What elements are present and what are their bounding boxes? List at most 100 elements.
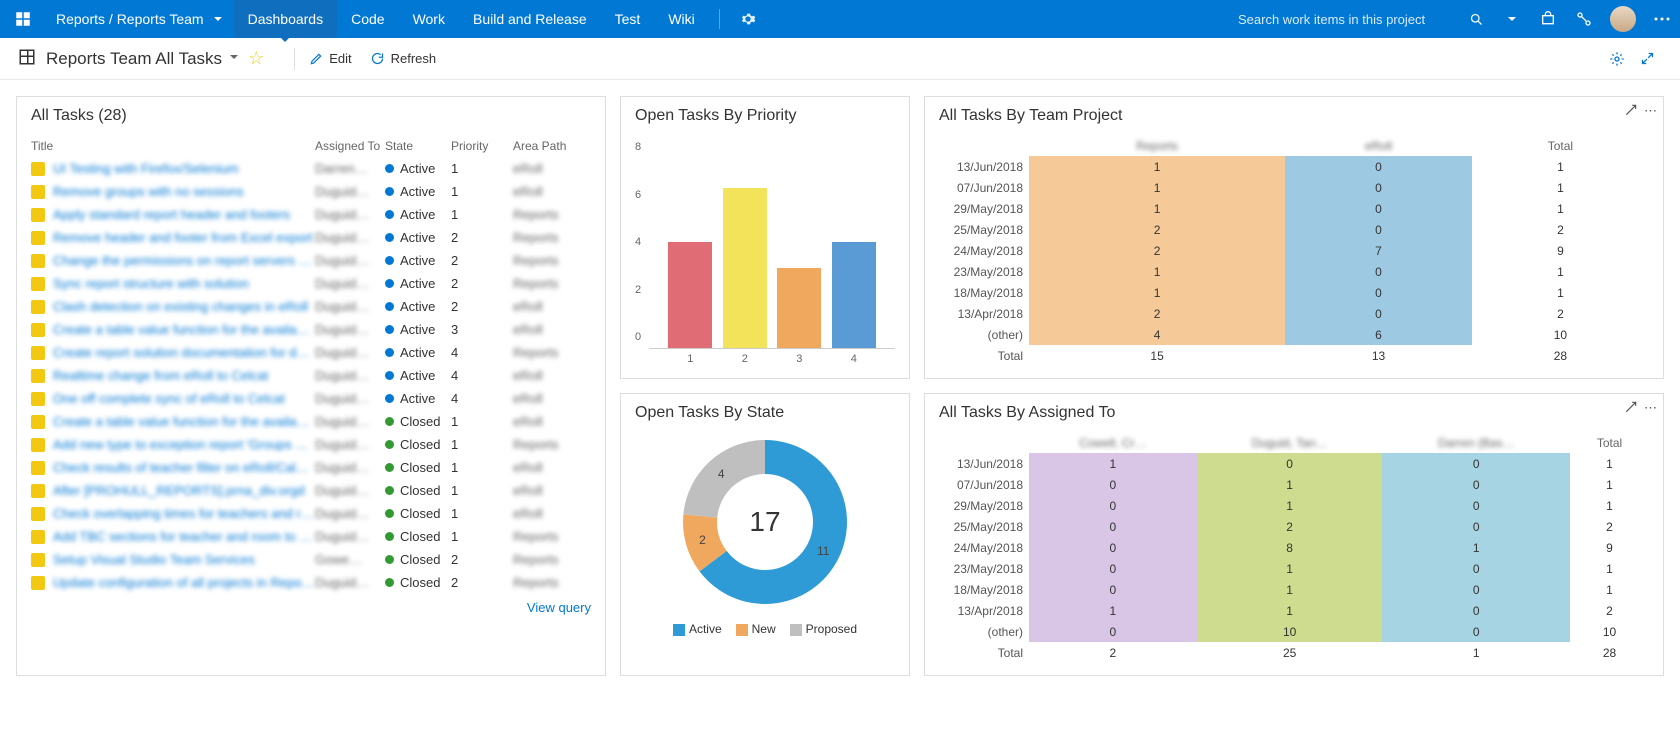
search-input[interactable] xyxy=(1238,12,1458,27)
product-logo[interactable] xyxy=(0,0,46,38)
task-area: eRoll xyxy=(513,414,591,429)
task-row[interactable]: Create a table value function for the av… xyxy=(31,410,591,433)
task-type-icon xyxy=(31,323,45,337)
task-row[interactable]: Apply standard report header and footers… xyxy=(31,203,591,226)
bar[interactable] xyxy=(668,242,712,349)
refresh-button[interactable]: Refresh xyxy=(370,51,437,66)
market-icon[interactable] xyxy=(1530,0,1566,38)
task-row[interactable]: One off complete sync of eRoll to Celcat… xyxy=(31,387,591,410)
edit-button[interactable]: Edit xyxy=(309,51,351,66)
task-title[interactable]: Check overlapping times for teachers and… xyxy=(47,506,315,521)
task-row[interactable]: Realtime change from eRoll to Celcat Dug… xyxy=(31,364,591,387)
task-row[interactable]: Clash detection on existing changes in e… xyxy=(31,295,591,318)
favorite-star-icon[interactable]: ☆ xyxy=(248,48,264,69)
task-row[interactable]: Create a table value function for the av… xyxy=(31,318,591,341)
task-row[interactable]: Sync report structure with solution Dugu… xyxy=(31,272,591,295)
task-title[interactable]: Sync report structure with solution xyxy=(47,276,315,291)
settings-icon[interactable] xyxy=(730,0,766,38)
task-title[interactable]: Remove header and footer from Excel expo… xyxy=(47,230,315,245)
matrix-row[interactable]: 18/May/20180101 xyxy=(939,579,1649,600)
task-title[interactable]: Create report solution documentation for… xyxy=(47,345,315,360)
bar[interactable] xyxy=(832,242,876,349)
matrix-row[interactable]: 13/Apr/2018202 xyxy=(939,303,1649,324)
matrix-row[interactable]: 23/May/2018101 xyxy=(939,261,1649,282)
matrix-row[interactable]: 24/May/2018279 xyxy=(939,240,1649,261)
matrix-row[interactable]: 25/May/20180202 xyxy=(939,516,1649,537)
task-title[interactable]: Apply standard report header and footers xyxy=(47,207,315,222)
search-icon[interactable] xyxy=(1458,0,1494,38)
legend-item[interactable]: New xyxy=(736,622,776,636)
project-breadcrumb[interactable]: Reports / Reports Team xyxy=(46,0,234,38)
task-title[interactable]: Add TBC sections for teacher and room to… xyxy=(47,529,315,544)
configure-gear-icon[interactable] xyxy=(1602,51,1632,67)
task-title[interactable]: One off complete sync of eRoll to Celcat xyxy=(47,391,315,406)
tile-more-icon[interactable]: ⋯ xyxy=(1644,103,1657,120)
bar[interactable] xyxy=(777,268,821,348)
nav-dashboards[interactable]: Dashboards xyxy=(234,0,338,38)
task-row[interactable]: Check results of teacher filter on eRoll… xyxy=(31,456,591,479)
task-title[interactable]: Check results of teacher filter on eRoll… xyxy=(47,460,315,475)
task-row[interactable]: Remove header and footer from Excel expo… xyxy=(31,226,591,249)
matrix-row[interactable]: 13/Apr/20181102 xyxy=(939,600,1649,621)
task-row[interactable]: Update configuration of all projects in … xyxy=(31,571,591,594)
nav-wiki[interactable]: Wiki xyxy=(654,0,708,38)
task-row[interactable]: Setup Visual Studio Team Services Gowe… … xyxy=(31,548,591,571)
more-icon[interactable] xyxy=(1644,0,1680,38)
legend-item[interactable]: Proposed xyxy=(790,622,857,636)
task-title[interactable]: Realtime change from eRoll to Celcat xyxy=(47,368,315,383)
matrix-cell: 1 xyxy=(1570,453,1649,474)
task-row[interactable]: Change the permissions on report servers… xyxy=(31,249,591,272)
matrix-row[interactable]: 07/Jun/2018101 xyxy=(939,177,1649,198)
nav-code[interactable]: Code xyxy=(337,0,398,38)
tile-more-icon[interactable]: ⋯ xyxy=(1644,400,1657,417)
matrix-row[interactable]: 18/May/2018101 xyxy=(939,282,1649,303)
task-row[interactable]: Add new type to exception report 'Groups… xyxy=(31,433,591,456)
task-row[interactable]: Remove groups with no sessions Duguid… A… xyxy=(31,180,591,203)
bar[interactable] xyxy=(723,188,767,348)
dashboard-picker[interactable] xyxy=(228,51,240,66)
legend-item[interactable]: Active xyxy=(673,622,722,636)
matrix-row[interactable]: (other)010010 xyxy=(939,621,1649,642)
nav-test[interactable]: Test xyxy=(601,0,655,38)
matrix-row-label: 18/May/2018 xyxy=(939,579,1029,600)
task-row[interactable]: Add TBC sections for teacher and room to… xyxy=(31,525,591,548)
matrix-row[interactable]: 23/May/20180101 xyxy=(939,558,1649,579)
task-assigned: Duguid… xyxy=(315,276,385,291)
task-title[interactable]: Setup Visual Studio Team Services xyxy=(47,552,315,567)
task-title[interactable]: After [PROHULL_REPORTS].prna_div.orgd xyxy=(47,483,315,498)
expand-icon[interactable] xyxy=(1632,51,1662,66)
task-row[interactable]: UI Testing with Firefox/Selenium Darren…… xyxy=(31,157,591,180)
expand-tile-icon[interactable] xyxy=(1624,103,1638,120)
task-title[interactable]: UI Testing with Firefox/Selenium xyxy=(47,161,315,176)
task-title[interactable]: Clash detection on existing changes in e… xyxy=(47,299,315,314)
matrix-row[interactable]: 13/Jun/20181001 xyxy=(939,453,1649,474)
task-title[interactable]: Create a table value function for the av… xyxy=(47,414,315,429)
matrix-row[interactable]: 07/Jun/20180101 xyxy=(939,474,1649,495)
matrix-row[interactable]: Total225128 xyxy=(939,642,1649,663)
matrix-row[interactable]: (other)4610 xyxy=(939,324,1649,345)
task-state: Active xyxy=(385,345,451,360)
task-title[interactable]: Add new type to exception report 'Groups… xyxy=(47,437,315,452)
task-row[interactable]: Create report solution documentation for… xyxy=(31,341,591,364)
help-icon[interactable] xyxy=(1566,0,1602,38)
task-row[interactable]: After [PROHULL_REPORTS].prna_div.orgd Du… xyxy=(31,479,591,502)
expand-tile-icon[interactable] xyxy=(1624,400,1638,417)
tile-title: All Tasks By Team Project xyxy=(939,107,1649,125)
matrix-row[interactable]: 29/May/20180101 xyxy=(939,495,1649,516)
matrix-cell: 1 xyxy=(1029,261,1285,282)
matrix-row[interactable]: Total151328 xyxy=(939,345,1649,366)
user-avatar[interactable] xyxy=(1610,6,1636,32)
search-chevron-icon[interactable] xyxy=(1494,0,1530,38)
task-title[interactable]: Create a table value function for the av… xyxy=(47,322,315,337)
matrix-row[interactable]: 25/May/2018202 xyxy=(939,219,1649,240)
matrix-row[interactable]: 24/May/20180819 xyxy=(939,537,1649,558)
view-query-link[interactable]: View query xyxy=(31,594,591,615)
task-title[interactable]: Remove groups with no sessions xyxy=(47,184,315,199)
task-title[interactable]: Change the permissions on report servers… xyxy=(47,253,315,268)
nav-work[interactable]: Work xyxy=(399,0,459,38)
task-title[interactable]: Update configuration of all projects in … xyxy=(47,575,315,590)
matrix-row[interactable]: 29/May/2018101 xyxy=(939,198,1649,219)
nav-build-and-release[interactable]: Build and Release xyxy=(459,0,601,38)
matrix-row[interactable]: 13/Jun/2018101 xyxy=(939,156,1649,177)
task-row[interactable]: Check overlapping times for teachers and… xyxy=(31,502,591,525)
